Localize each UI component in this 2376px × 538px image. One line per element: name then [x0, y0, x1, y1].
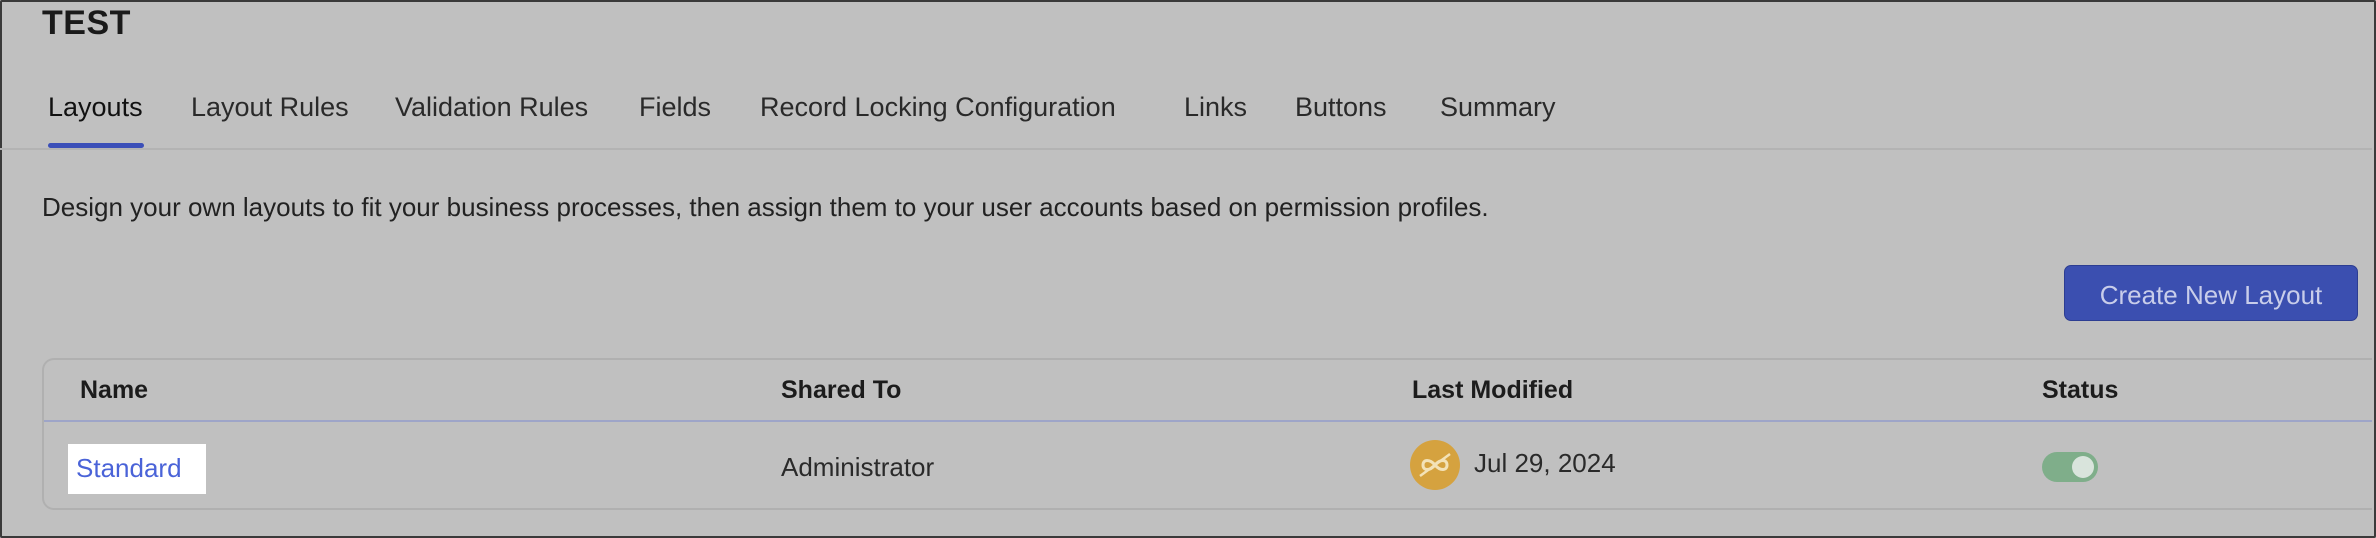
tab-validation-rules[interactable]: Validation Rules — [395, 92, 588, 123]
tab-fields[interactable]: Fields — [639, 92, 711, 123]
column-header-status: Status — [2042, 376, 2119, 404]
layouts-table: Name Shared To Last Modified Status Stan… — [42, 358, 2372, 510]
tab-layouts[interactable]: Layouts — [48, 92, 143, 123]
tab-links[interactable]: Links — [1184, 92, 1247, 123]
table-row-name-cell: Standard — [68, 444, 206, 494]
layout-name-link[interactable]: Standard — [76, 453, 182, 484]
column-header-shared-to: Shared To — [781, 376, 902, 404]
page-title: TEST — [42, 4, 131, 42]
tab-record-locking-configuration[interactable]: Record Locking Configuration — [760, 92, 1116, 123]
infinity-avatar-icon — [1410, 440, 1460, 490]
tab-bar: Layouts Layout Rules Validation Rules Fi… — [0, 70, 2372, 150]
last-modified-date: Jul 29, 2024 — [1474, 448, 1616, 478]
column-header-name: Name — [80, 376, 149, 404]
status-toggle[interactable] — [2042, 452, 2098, 482]
shared-to-value: Administrator — [781, 452, 935, 482]
tab-buttons[interactable]: Buttons — [1295, 92, 1387, 123]
page-description: Design your own layouts to fit your busi… — [42, 192, 1489, 222]
table-header: Name Shared To Last Modified Status — [44, 360, 2372, 422]
toggle-knob — [2072, 456, 2094, 478]
active-tab-indicator — [48, 143, 144, 148]
create-new-layout-button[interactable]: Create New Layout — [2064, 265, 2358, 321]
column-header-last-modified: Last Modified — [1412, 376, 1574, 404]
tab-layout-rules[interactable]: Layout Rules — [191, 92, 349, 123]
tab-summary[interactable]: Summary — [1440, 92, 1556, 123]
